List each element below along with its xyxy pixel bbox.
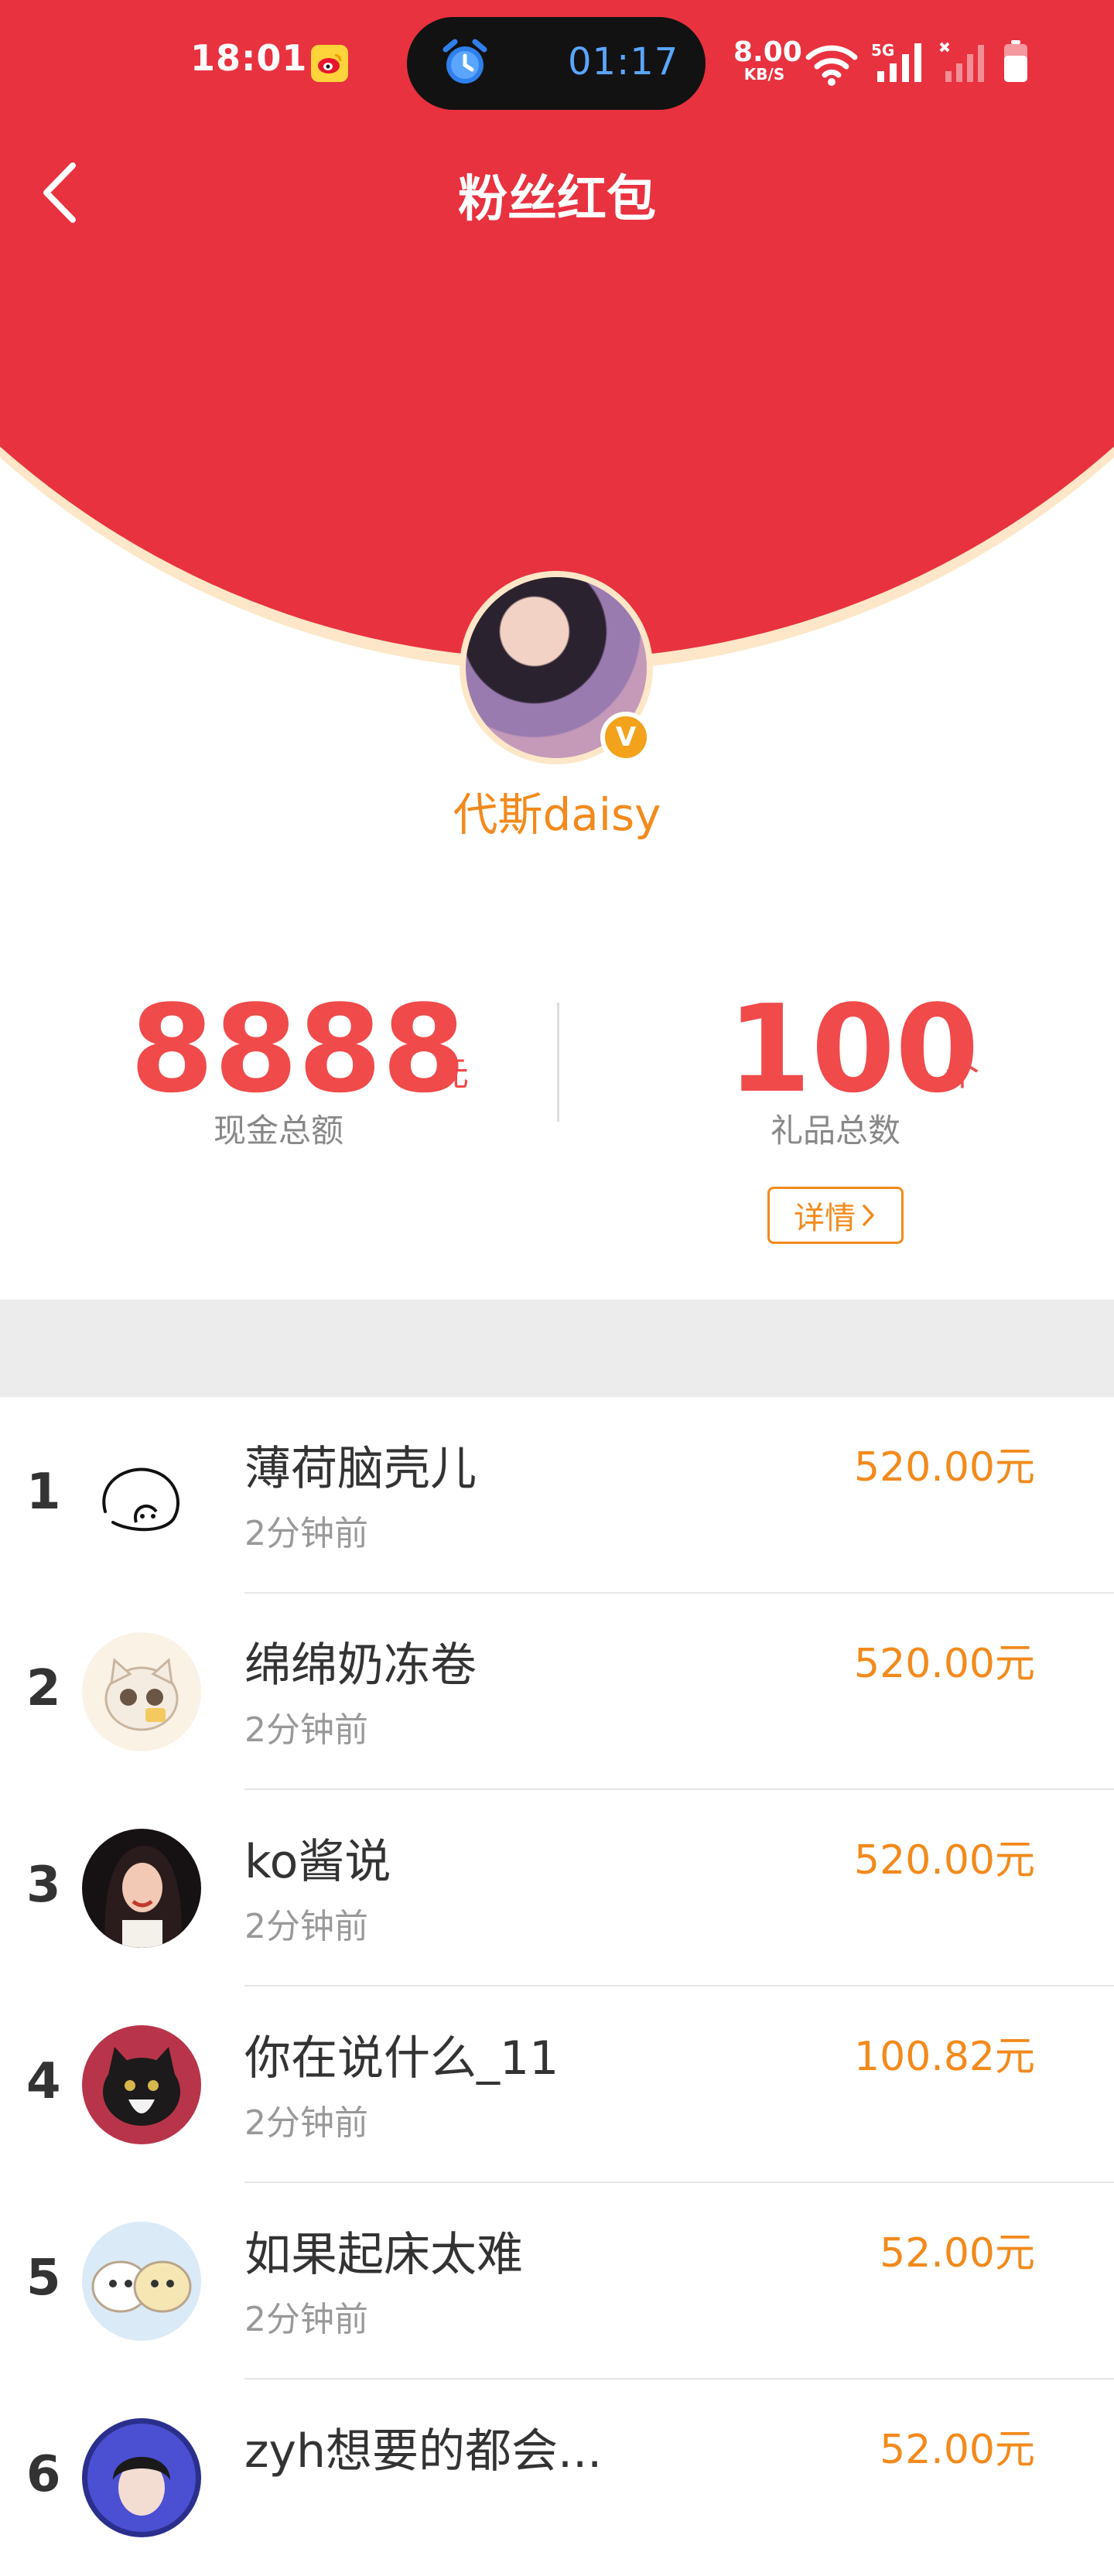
- network-speed-unit: KB/S: [743, 65, 785, 84]
- amount: 520.00元: [854, 1837, 1035, 1884]
- amount: 520.00元: [854, 1641, 1035, 1687]
- stats-divider: [557, 1003, 559, 1122]
- send-time: 2分钟前: [244, 1514, 368, 1553]
- user-avatar: [82, 1436, 201, 1555]
- user-avatar: [82, 2025, 201, 2144]
- amount: 52.00元: [880, 2427, 1035, 2473]
- svg-text:5G: 5G: [871, 41, 894, 60]
- wifi-icon: [805, 45, 858, 86]
- send-time: 2分钟前: [244, 2300, 368, 2339]
- recipient-list: 1 薄荷脑壳儿 2分钟前 520.00元 2 绵绵奶冻卷 2分钟前 520.00…: [0, 1397, 1114, 2576]
- user-name: 如果起床太难: [244, 2228, 523, 2282]
- page-title: 粉丝红包: [458, 171, 656, 228]
- battery-icon: [1004, 40, 1027, 82]
- gift-total-label: 礼品总数: [770, 1112, 900, 1150]
- section-separator: [0, 1300, 1114, 1397]
- weibo-notification-icon: [311, 45, 348, 82]
- network-speed: 8.00 KB/S: [733, 36, 802, 84]
- rank-number: 1: [26, 1464, 61, 1521]
- user-avatar: [82, 2222, 201, 2341]
- cellular-5g-signal-icon: 5G: [871, 41, 921, 82]
- amount: 100.82元: [854, 2034, 1035, 2080]
- user-avatar: [82, 2418, 201, 2537]
- cash-total-label: 现金总额: [213, 1112, 343, 1150]
- list-item[interactable]: 5 如果起床太难 2分钟前 52.00元: [0, 2183, 1114, 2380]
- list-item[interactable]: 1 薄荷脑壳儿 2分钟前 520.00元: [0, 1397, 1114, 1594]
- list-item[interactable]: 6 zyh想要的都会... 52.00元: [0, 2380, 1114, 2576]
- user-avatar: [82, 1632, 201, 1751]
- list-item[interactable]: 3 ko酱说 2分钟前 520.00元: [0, 1790, 1114, 1987]
- cellular-no-service-icon: [939, 42, 984, 82]
- timer-readout: 01:17: [568, 40, 679, 84]
- user-name: 绵绵奶冻卷: [244, 1638, 477, 1693]
- send-time: 2分钟前: [244, 1907, 368, 1946]
- gift-total-value: 100: [727, 979, 979, 1119]
- user-name: ko酱说: [244, 1835, 391, 1889]
- live-activity-pill[interactable]: 01:17: [407, 17, 706, 110]
- details-button[interactable]: 详情: [767, 1187, 904, 1244]
- status-bar: 18:01 01:17 8.00 KB/S 5G: [0, 0, 1114, 124]
- list-item[interactable]: 2 绵绵奶冻卷 2分钟前 520.00元: [0, 1594, 1114, 1790]
- user-name: 薄荷脑壳儿: [244, 1442, 477, 1496]
- alarm-clock-icon: [443, 39, 487, 84]
- rank-number: 2: [26, 1660, 61, 1717]
- cash-total-value: 8888: [130, 979, 466, 1119]
- send-time: 2分钟前: [244, 2103, 368, 2143]
- status-time: 18:01: [190, 37, 308, 79]
- network-speed-value: 8.00: [733, 36, 802, 68]
- rank-number: 3: [26, 1857, 61, 1914]
- list-item[interactable]: 4 你在说什么_11 2分钟前 100.82元: [0, 1987, 1114, 2183]
- send-time: 2分钟前: [244, 1710, 368, 1750]
- details-button-label: 详情: [794, 1201, 856, 1236]
- creator-name[interactable]: 代斯daisy: [0, 778, 1114, 843]
- user-avatar: [82, 1829, 201, 1948]
- user-name: 你在说什么_11: [244, 2031, 559, 2086]
- rank-number: 4: [26, 2053, 61, 2110]
- cash-unit: 元: [435, 1054, 469, 1094]
- rank-number: 5: [26, 2250, 61, 2307]
- user-name: zyh想要的都会...: [244, 2424, 603, 2479]
- gift-unit: 个: [945, 1054, 979, 1094]
- amount: 520.00元: [854, 1444, 1035, 1491]
- amount: 52.00元: [880, 2230, 1035, 2277]
- chevron-right-icon: [863, 1204, 874, 1226]
- verified-badge-icon: V: [600, 712, 651, 763]
- rank-number: 6: [26, 2446, 61, 2503]
